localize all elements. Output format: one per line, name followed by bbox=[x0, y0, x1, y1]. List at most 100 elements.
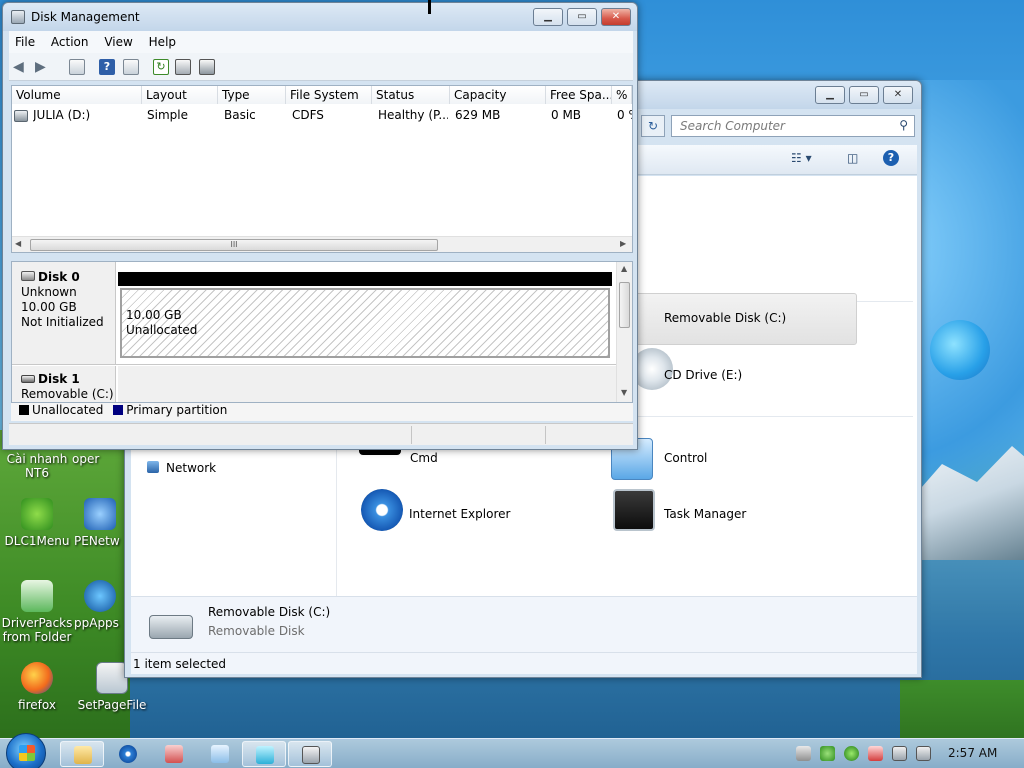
maximize-button[interactable]: ▭ bbox=[567, 8, 597, 26]
refresh-icon[interactable]: ↻ bbox=[153, 59, 169, 75]
tray-volume-muted-icon[interactable] bbox=[916, 746, 931, 761]
legend-label-primary: Primary partition bbox=[126, 403, 228, 417]
minimize-button[interactable]: ▁ bbox=[815, 86, 845, 104]
firefox-icon bbox=[21, 662, 53, 694]
scroll-up-arrow-icon[interactable]: ▲ bbox=[621, 264, 627, 273]
app-icon bbox=[256, 746, 274, 764]
help-icon[interactable]: ? bbox=[883, 150, 899, 166]
drive-item-removable-c[interactable]: Removable Disk (C:) bbox=[631, 293, 857, 345]
refresh-icon[interactable]: ↻ bbox=[641, 115, 665, 137]
program-item-internet-explorer[interactable]: Internet Explorer bbox=[409, 507, 510, 521]
internet-explorer-icon bbox=[119, 745, 137, 763]
desktop-icon-firefox[interactable]: firefox bbox=[0, 662, 74, 712]
column-header-layout[interactable]: Layout bbox=[142, 86, 218, 104]
settings-icon[interactable] bbox=[199, 59, 215, 75]
horizontal-scroll-thumb[interactable]: III bbox=[30, 239, 438, 251]
menu-help[interactable]: Help bbox=[143, 31, 182, 49]
tray-network-icon[interactable] bbox=[892, 746, 907, 761]
tray-play-icon[interactable] bbox=[844, 746, 859, 761]
maximize-button[interactable]: ▭ bbox=[849, 86, 879, 104]
disk-management-window[interactable]: Disk Management ▁ ▭ ✕ File Action View H… bbox=[2, 2, 638, 450]
column-header-percent-free[interactable]: % F bbox=[612, 86, 632, 104]
menu-file[interactable]: File bbox=[9, 31, 41, 49]
start-button[interactable] bbox=[6, 733, 46, 768]
app-icon bbox=[165, 745, 183, 763]
desktop-icon-label: ppApps bbox=[74, 616, 119, 630]
preview-pane-icon[interactable]: ◫ bbox=[847, 151, 858, 165]
close-button[interactable]: ✕ bbox=[883, 86, 913, 104]
taskbar-clock[interactable]: 2:57 AM bbox=[948, 746, 997, 760]
desktop-icon-oper[interactable]: oper bbox=[72, 452, 132, 466]
scroll-down-arrow-icon[interactable]: ▼ bbox=[621, 388, 627, 397]
program-item-task-manager[interactable]: Task Manager bbox=[664, 507, 746, 521]
tray-app-icon[interactable] bbox=[868, 746, 883, 761]
taskbar-app-3[interactable] bbox=[152, 741, 196, 767]
disk-0-unallocated-partition[interactable]: 10.00 GB Unallocated bbox=[120, 288, 610, 358]
desktop-icon-dlc1menu[interactable]: DLC1Menu bbox=[0, 498, 74, 548]
toolbar: ◀ ▶ ? ↻ bbox=[9, 53, 633, 81]
disk-management-titlebar[interactable]: Disk Management ▁ ▭ ✕ bbox=[3, 3, 637, 31]
vertical-scrollbar[interactable]: ▲ ▼ bbox=[616, 262, 632, 402]
disk-1-info[interactable]: Disk 1 Removable (C:) bbox=[12, 366, 116, 402]
menu-action[interactable]: Action bbox=[45, 31, 95, 49]
close-button[interactable]: ✕ bbox=[601, 8, 631, 26]
cell-layout: Simple bbox=[147, 108, 188, 122]
desktop-icon-label: SetPageFile bbox=[77, 698, 147, 712]
back-arrow-icon[interactable]: ◀ bbox=[13, 59, 29, 75]
status-divider bbox=[545, 426, 546, 444]
disk-1-kind: Removable (C:) bbox=[21, 387, 114, 401]
column-header-capacity[interactable]: Capacity bbox=[450, 86, 546, 104]
desktop-icon-ppapps[interactable]: ppApps bbox=[74, 580, 126, 630]
menu-view[interactable]: View bbox=[98, 31, 138, 49]
cell-capacity: 629 MB bbox=[455, 108, 501, 122]
partition-legend: Unallocated Primary partition bbox=[11, 403, 633, 421]
views-icon[interactable]: ☷ ▾ bbox=[791, 151, 812, 165]
console-tree-icon[interactable] bbox=[69, 59, 85, 75]
column-header-free-space[interactable]: Free Spa... bbox=[546, 86, 612, 104]
program-item-cmd[interactable]: Cmd bbox=[410, 451, 438, 465]
desktop-icon-driverpacks[interactable]: DriverPacks from Folder bbox=[0, 580, 74, 644]
scroll-left-arrow-icon[interactable]: ◀ bbox=[15, 239, 21, 248]
ppapps-icon bbox=[84, 580, 116, 612]
drive-item-cd-e[interactable]: CD Drive (E:) bbox=[664, 368, 742, 382]
column-header-volume[interactable]: Volume bbox=[12, 86, 142, 104]
help-icon[interactable]: ? bbox=[99, 59, 115, 75]
scroll-right-arrow-icon[interactable]: ▶ bbox=[620, 239, 626, 248]
taskbar-disk-management[interactable] bbox=[288, 741, 332, 767]
taskbar-internet-explorer[interactable] bbox=[106, 741, 150, 767]
search-input[interactable]: Search Computer ⚲ bbox=[671, 115, 915, 137]
desktop-icon-label: PENetw bbox=[74, 534, 120, 548]
disk-divider bbox=[12, 364, 618, 365]
volume-drive-icon bbox=[14, 110, 28, 122]
column-header-file-system[interactable]: File System bbox=[286, 86, 372, 104]
tray-drive-icon[interactable] bbox=[796, 746, 811, 761]
disk-0-info[interactable]: Disk 0 Unknown 10.00 GB Not Initialized bbox=[12, 262, 116, 364]
column-header-status[interactable]: Status bbox=[372, 86, 450, 104]
vertical-scroll-thumb[interactable] bbox=[619, 282, 630, 328]
forward-arrow-icon[interactable]: ▶ bbox=[35, 59, 51, 75]
folder-icon bbox=[74, 746, 92, 764]
desktop-icon-penetw[interactable]: PENetw bbox=[74, 498, 130, 548]
taskbar-explorer[interactable] bbox=[60, 741, 104, 767]
properties-icon[interactable] bbox=[123, 59, 139, 75]
app-icon bbox=[211, 745, 229, 763]
tray-security-icon[interactable] bbox=[820, 746, 835, 761]
program-item-control[interactable]: Control bbox=[664, 451, 707, 465]
disk-0-size: 10.00 GB bbox=[21, 300, 77, 314]
drive-item-label: Removable Disk (C:) bbox=[664, 311, 787, 325]
disk-0-state: Not Initialized bbox=[21, 315, 104, 329]
taskbar-app-4[interactable] bbox=[198, 741, 242, 767]
network-icon bbox=[147, 461, 159, 473]
cell-percent-free: 0 % bbox=[617, 108, 632, 122]
taskbar: 2:57 AM bbox=[0, 733, 1024, 768]
cell-status: Healthy (P... bbox=[378, 108, 448, 122]
taskbar-app-5[interactable] bbox=[242, 741, 286, 767]
rescan-disks-icon[interactable] bbox=[175, 59, 191, 75]
minimize-button[interactable]: ▁ bbox=[533, 8, 563, 26]
column-header-type[interactable]: Type bbox=[218, 86, 286, 104]
removable-disk-icon bbox=[21, 375, 35, 383]
cell-file-system: CDFS bbox=[292, 108, 324, 122]
nav-item-network[interactable]: Network bbox=[166, 461, 216, 475]
horizontal-scrollbar[interactable]: ◀ III ▶ bbox=[12, 236, 632, 252]
desktop-icon-cai-nhanh[interactable]: Cài nhanh NT6 bbox=[0, 452, 74, 480]
